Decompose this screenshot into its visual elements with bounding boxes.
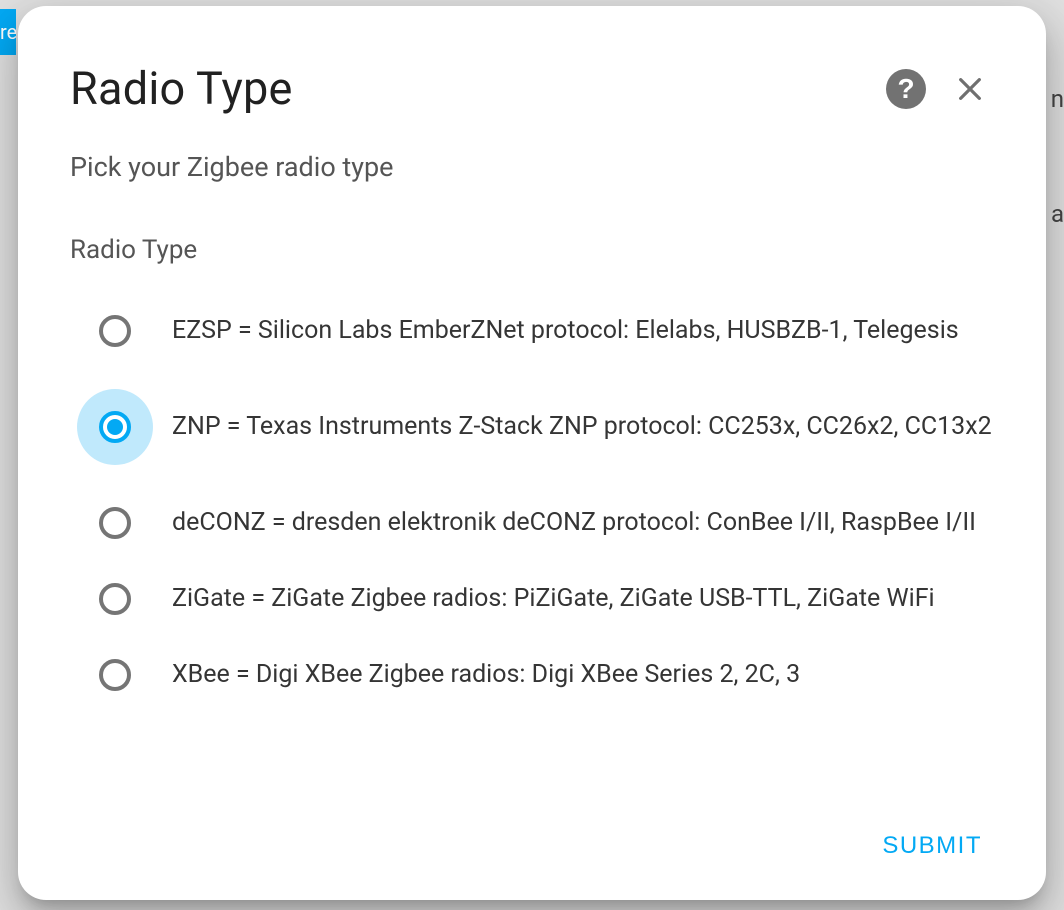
radio-button-icon	[94, 654, 136, 696]
bg-tab-fragment: re	[0, 9, 16, 55]
dialog-title: Radio Type	[70, 62, 866, 115]
dialog-header: Radio Type ?	[70, 62, 994, 115]
radio-option-label: ZiGate = ZiGate Zigbee radios: PiZiGate,…	[172, 582, 935, 616]
radio-option-label: deCONZ = dresden elektronik deCONZ proto…	[172, 506, 976, 540]
dialog-subtitle: Pick your Zigbee radio type	[70, 151, 994, 183]
help-button[interactable]: ?	[882, 65, 930, 113]
radio-type-group: EZSP = Silicon Labs EmberZNet protocol: …	[70, 293, 994, 713]
radio-option-ezsp[interactable]: EZSP = Silicon Labs EmberZNet protocol: …	[70, 293, 994, 369]
radio-option-deconz[interactable]: deCONZ = dresden elektronik deCONZ proto…	[70, 485, 994, 561]
radio-button-icon	[94, 406, 136, 448]
radio-option-zigate[interactable]: ZiGate = ZiGate Zigbee radios: PiZiGate,…	[70, 561, 994, 637]
radio-group-label: Radio Type	[70, 235, 994, 265]
radio-option-label: ZNP = Texas Instruments Z-Stack ZNP prot…	[172, 410, 992, 444]
radio-type-dialog: Radio Type ? Pick your Zigbee radio type…	[18, 6, 1046, 900]
bg-text-fragment: a	[1051, 200, 1064, 228]
radio-button-icon	[94, 578, 136, 620]
close-button[interactable]	[946, 65, 994, 113]
radio-option-label: EZSP = Silicon Labs EmberZNet protocol: …	[172, 314, 959, 348]
radio-option-xbee[interactable]: XBee = Digi XBee Zigbee radios: Digi XBe…	[70, 637, 994, 713]
submit-button[interactable]: SUBMIT	[870, 824, 994, 868]
radio-button-icon	[94, 502, 136, 544]
bg-text-fragment: n	[1051, 85, 1064, 113]
help-icon: ?	[886, 69, 926, 109]
radio-option-label: XBee = Digi XBee Zigbee radios: Digi XBe…	[172, 658, 800, 692]
dialog-actions: SUBMIT	[70, 824, 994, 868]
radio-button-icon	[94, 310, 136, 352]
radio-option-znp[interactable]: ZNP = Texas Instruments Z-Stack ZNP prot…	[70, 389, 994, 465]
close-icon	[954, 73, 986, 105]
